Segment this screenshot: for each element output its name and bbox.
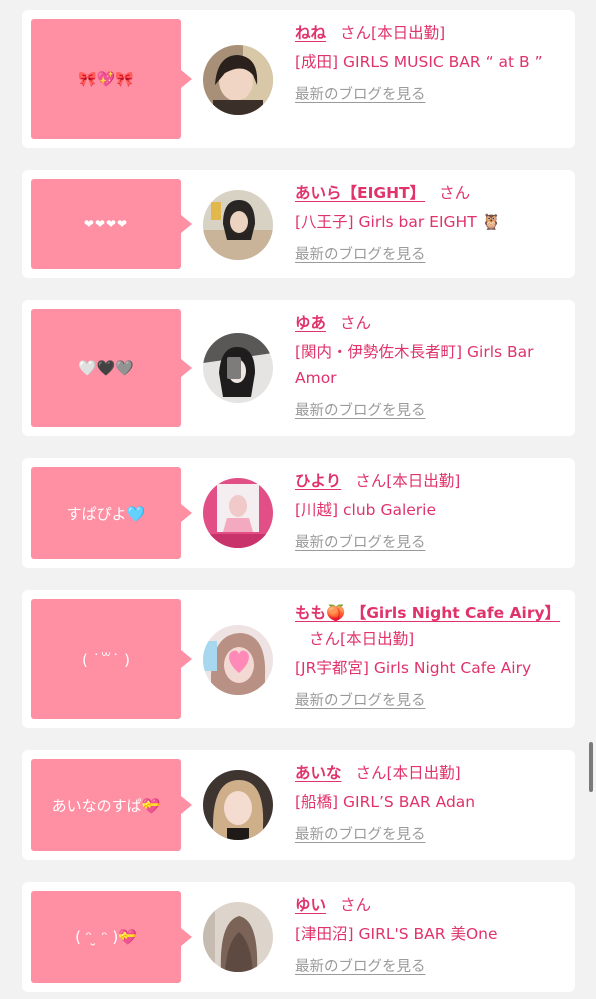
avatar[interactable] (203, 902, 273, 972)
cast-card: 🎀💖🎀 ねね さん[本日出勤] [成田] GIRLS MUSIC BAR “ at… (22, 10, 575, 148)
avatar[interactable] (203, 770, 273, 840)
cast-name-link[interactable]: ゆあ (295, 314, 326, 332)
cast-name-link[interactable]: もも🍑 【Girls Night Cafe Airy】 (295, 604, 560, 622)
status-badge: [本日出勤] (340, 630, 415, 648)
message-bubble: ( ᵔ ̮ ᵔ )💝 (31, 891, 192, 983)
avatar[interactable] (203, 190, 273, 260)
shop-label: [関内・伊勢佐木長者町] Girls Bar Amor (295, 343, 534, 387)
scrollbar[interactable] (589, 742, 593, 792)
avatar[interactable] (203, 333, 273, 403)
message-text: すぱぴよ🩵 (66, 504, 146, 523)
message-bubble: 🤍🖤🩶 (31, 309, 192, 427)
latest-blog-link[interactable]: 最新のブログを見る (295, 688, 426, 714)
cast-name-link[interactable]: あいな (295, 764, 342, 782)
cast-card: あいなのすぱ💝 あいな さん[本日出勤] [船橋] GIRL’S BAR Adan… (22, 750, 575, 860)
shop-label: [船橋] GIRL’S BAR Adan (295, 793, 476, 811)
message-text: ( ᵔ ̮ ᵔ )💝 (75, 928, 137, 946)
message-text: 🎀💖🎀 (77, 70, 135, 88)
message-text: 🤍🖤🩶 (77, 359, 135, 377)
message-text: あいなのすぱ💝 (51, 796, 161, 815)
message-bubble: ( ˙꒳˙ ) (31, 599, 192, 719)
cast-card: ( ᵔ ̮ ᵔ )💝 ゆい さん [津田沼] GIRL'S BAR 美One 最新… (22, 882, 575, 992)
cast-card: ( ˙꒳˙ ) もも🍑 【Girls Night Cafe Airy】さん[本日… (22, 590, 575, 728)
honorific: さん (340, 896, 372, 914)
cast-card: 🤍🖤🩶 ゆあ さん [関内・伊勢佐木長者町] Girls Bar Amor 最新の… (22, 300, 575, 436)
honorific: さん (340, 314, 372, 332)
status-badge: [本日出勤] (386, 472, 461, 490)
latest-blog-link[interactable]: 最新のブログを見る (295, 954, 426, 980)
message-text: ❤❤❤❤ (83, 217, 129, 231)
shop-label: [成田] GIRLS MUSIC BAR “ at B ” (295, 53, 543, 71)
status-badge: [本日出勤] (386, 764, 461, 782)
honorific: さん (340, 24, 372, 42)
avatar[interactable] (203, 478, 273, 548)
honorific: さん (309, 630, 341, 648)
latest-blog-link[interactable]: 最新のブログを見る (295, 82, 426, 108)
message-bubble: あいなのすぱ💝 (31, 759, 192, 851)
status-badge: [本日出勤] (371, 24, 446, 42)
cast-name-link[interactable]: あいら【EIGHT】 (295, 184, 425, 202)
shop-label: [川越] club Galerie (295, 501, 437, 519)
cast-name-link[interactable]: ひより (295, 472, 341, 490)
honorific: さん (355, 764, 387, 782)
cast-card: すぱぴよ🩵 ひより さん[本日出勤] [川越] club Galerie 最新のブ… (22, 458, 575, 568)
latest-blog-link[interactable]: 最新のブログを見る (295, 398, 426, 424)
honorific: さん (439, 184, 471, 202)
message-bubble: ❤❤❤❤ (31, 179, 192, 269)
avatar[interactable] (203, 45, 273, 115)
message-text: ( ˙꒳˙ ) (82, 651, 130, 669)
latest-blog-link[interactable]: 最新のブログを見る (295, 530, 426, 556)
avatar[interactable] (203, 625, 273, 695)
shop-label: [JR宇都宮] Girls Night Cafe Airy (295, 659, 532, 677)
message-bubble: すぱぴよ🩵 (31, 467, 192, 559)
latest-blog-link[interactable]: 最新のブログを見る (295, 822, 426, 848)
shop-label: [八王子] Girls bar EIGHT 🦉 (295, 213, 501, 231)
honorific: さん (355, 472, 387, 490)
shop-label: [津田沼] GIRL'S BAR 美One (295, 925, 498, 943)
latest-blog-link[interactable]: 最新のブログを見る (295, 242, 426, 268)
cast-card: ❤❤❤❤ あいら【EIGHT】 さん [八王子] Girls bar EIGHT … (22, 170, 575, 278)
message-bubble: 🎀💖🎀 (31, 19, 192, 139)
cast-name-link[interactable]: ねね (295, 24, 326, 42)
cast-name-link[interactable]: ゆい (295, 896, 326, 914)
